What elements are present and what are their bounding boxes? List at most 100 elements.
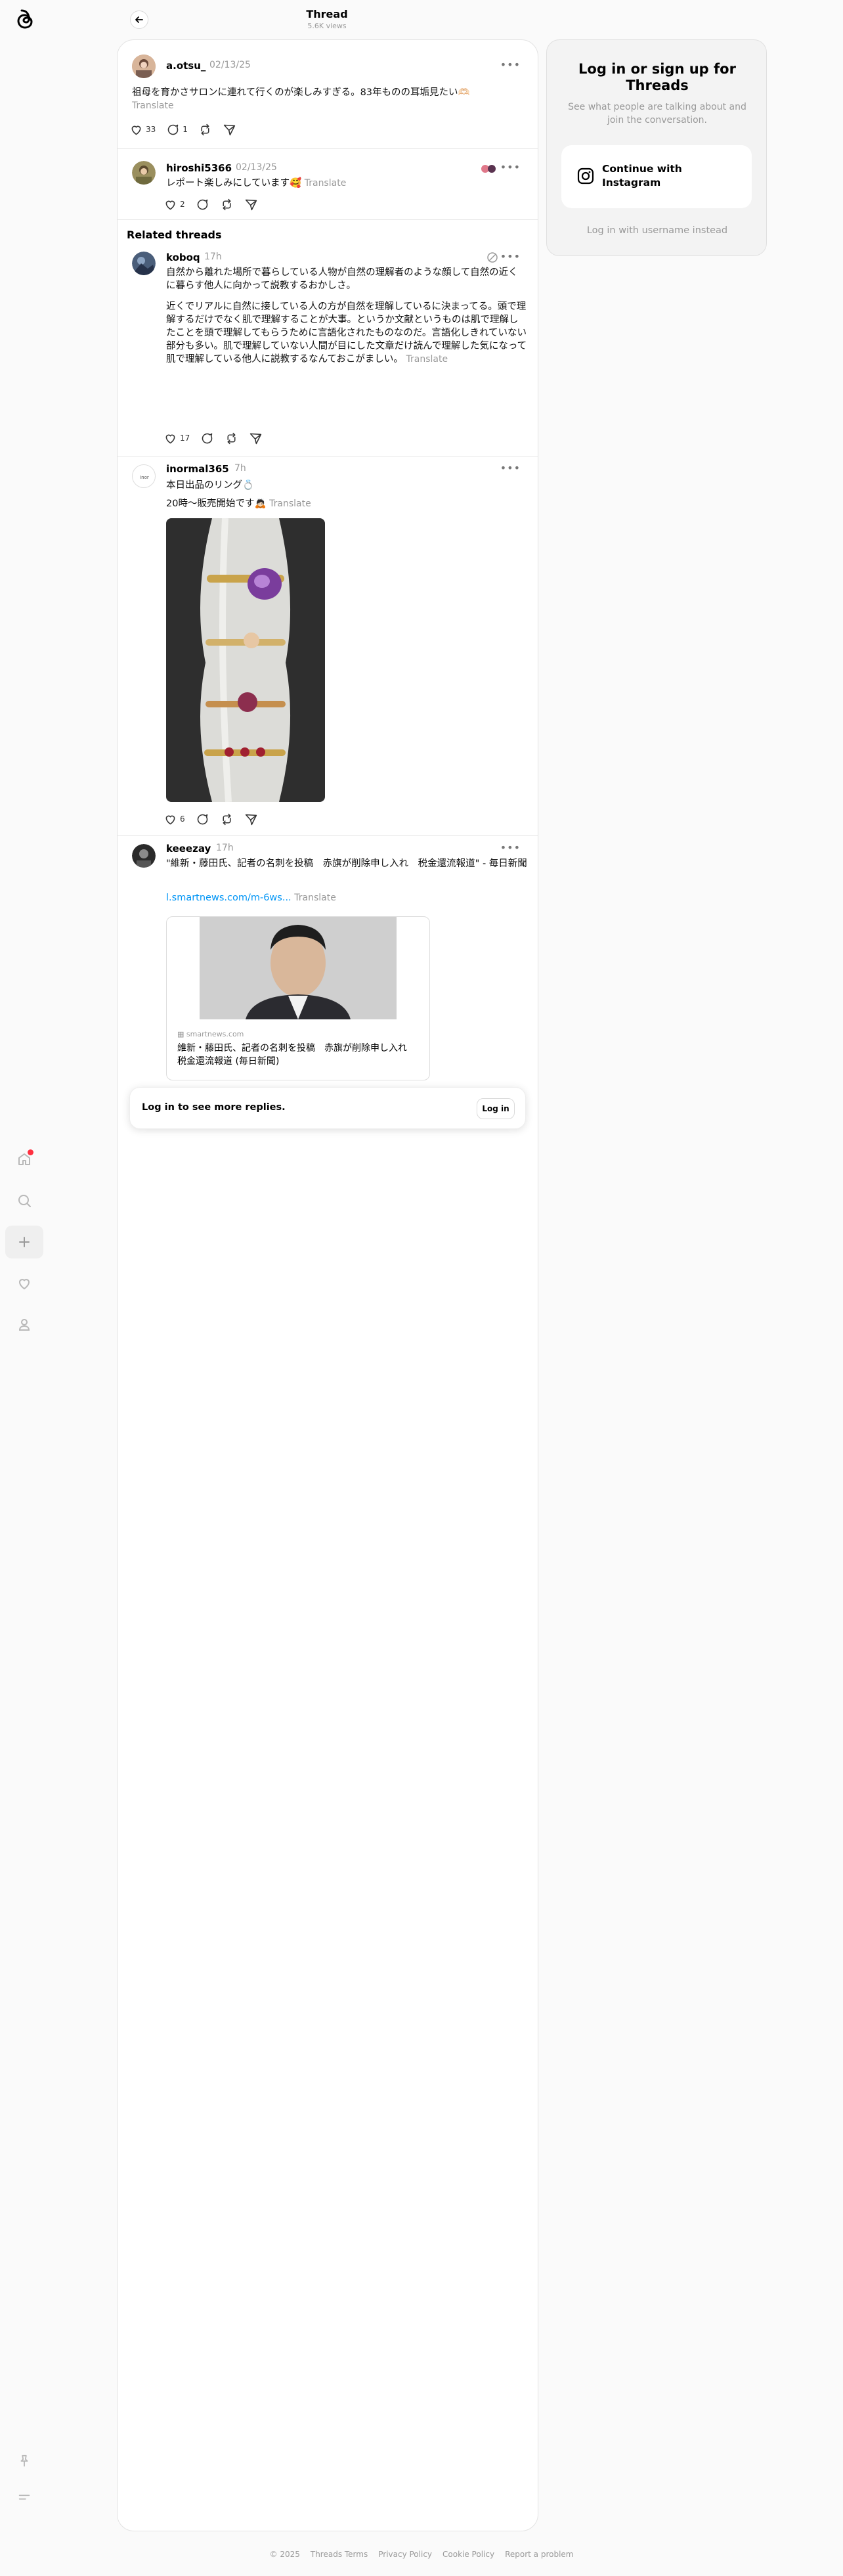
post-text-line-2: 20時〜販売開始です🙇🏻 Translate (166, 499, 311, 509)
username[interactable]: inormal365 (166, 463, 229, 475)
repost-button[interactable] (220, 198, 234, 211)
avatar[interactable]: inor (132, 464, 156, 488)
login-prompt-bar: Log in to see more replies. Log in (129, 1087, 526, 1129)
translate-link[interactable]: Translate (132, 100, 174, 111)
more-options-icon[interactable]: ••• (500, 161, 521, 173)
translate-link[interactable]: Translate (305, 178, 347, 189)
post-actions: 17 (163, 430, 270, 446)
like-button[interactable]: 33 (129, 123, 156, 137)
create-icon[interactable] (5, 1226, 43, 1258)
like-button[interactable]: 2 (163, 198, 185, 211)
footer: © 2025 Threads Terms Privacy Policy Cook… (0, 2550, 843, 2559)
username[interactable]: keeezay (166, 843, 211, 855)
repost-button[interactable] (225, 432, 238, 445)
home-icon[interactable] (5, 1143, 43, 1176)
repost-button[interactable] (198, 123, 212, 137)
like-button[interactable]: 17 (163, 432, 190, 445)
share-button[interactable] (223, 123, 236, 137)
repost-icon (227, 432, 236, 444)
post-link-line: l.smartnews.com/m-6ws... Translate (166, 891, 524, 904)
panel-title: Log in or sign up for Threads (578, 61, 736, 93)
notification-dot (28, 1149, 33, 1155)
footer-link-terms[interactable]: Threads Terms (311, 2550, 368, 2559)
continue-with-instagram-button[interactable]: Continue with Instagram (561, 145, 752, 208)
link-preview-card[interactable]: ▦ smartnews.com 維新・藤田氏、記者の名刺を投稿 赤旗が削除申し入… (166, 916, 430, 1080)
heart-icon (131, 125, 141, 135)
avatar[interactable] (132, 161, 156, 185)
back-button[interactable] (130, 11, 148, 29)
comment-icon (197, 814, 207, 824)
post-text: レポート楽しみにしています🥰 Translate (166, 178, 347, 189)
reply-button[interactable] (200, 432, 214, 445)
reply-button[interactable] (196, 198, 209, 211)
menu-icon[interactable] (5, 2481, 43, 2514)
username[interactable]: hiroshi5366 (166, 162, 232, 174)
translate-link[interactable]: Translate (406, 354, 448, 365)
login-prompt-text: Log in to see more replies. (142, 1102, 286, 1113)
heart-icon (165, 200, 175, 210)
translate-link[interactable]: Translate (269, 499, 311, 509)
avatar[interactable] (132, 252, 156, 275)
related-thread: koboq 17h ••• 自然から離れた場所で暮らしている人物が自然の理解者の… (118, 244, 538, 456)
repost-button[interactable] (220, 812, 234, 826)
username[interactable]: a.otsu_ (166, 60, 205, 72)
post-actions: 2 (163, 196, 266, 212)
more-options-icon[interactable]: ••• (500, 462, 521, 474)
username-login-link[interactable]: Log in with username instead (560, 225, 754, 236)
card-title: 維新・藤田氏、記者の名刺を投稿 赤旗が削除申し入れ 税金還流報道 (毎日新聞) (177, 1043, 416, 1067)
send-icon (250, 433, 262, 444)
share-button[interactable] (244, 198, 258, 211)
heart-icon[interactable] (5, 1267, 43, 1300)
more-options-icon[interactable]: ••• (500, 58, 521, 71)
repost-icon (223, 198, 231, 210)
card-domain: ▦ smartnews.com (177, 1030, 244, 1038)
profile-icon[interactable] (5, 1308, 43, 1341)
like-button[interactable]: 6 (163, 812, 185, 826)
search-icon[interactable] (5, 1184, 43, 1217)
more-options-icon[interactable]: ••• (500, 841, 521, 854)
panel-subtitle: See what people are talking about and jo… (568, 102, 746, 125)
reply-button[interactable]: 1 (166, 123, 188, 137)
post-time: 02/13/25 (236, 162, 277, 173)
send-icon (245, 199, 257, 210)
post-image-rings[interactable] (166, 518, 325, 802)
translate-link[interactable]: Translate (294, 893, 336, 903)
svg-text:inor: inor (140, 475, 149, 480)
threads-logo-icon[interactable] (13, 8, 37, 34)
thread-feed: a.otsu_ 02/13/25 ••• 祖母を育かさサロンに連れて行くのが楽し… (117, 39, 538, 2531)
post-time: 17h (204, 252, 222, 262)
copyright: © 2025 (269, 2550, 300, 2559)
avatar[interactable] (132, 844, 156, 868)
news-icon: ▦ (177, 1030, 184, 1038)
post-time: 7h (234, 463, 246, 474)
more-options-icon[interactable]: ••• (500, 250, 521, 263)
repost-icon (223, 813, 231, 825)
post-text-paragraph-2: 近くでリアルに自然に接している人の方が自然を理解しているに決まってる。頭で理解す… (166, 301, 527, 365)
send-icon (245, 814, 257, 825)
avatar[interactable] (132, 55, 156, 78)
footer-link-privacy[interactable]: Privacy Policy (378, 2550, 432, 2559)
footer-link-report[interactable]: Report a problem (505, 2550, 573, 2559)
username[interactable]: koboq (166, 252, 200, 263)
comment-icon (168, 124, 179, 135)
login-button[interactable]: Log in (477, 1098, 515, 1119)
heart-icon (165, 434, 175, 443)
mute-icon[interactable] (486, 252, 498, 266)
post-actions: 6 (163, 811, 266, 827)
external-link[interactable]: l.smartnews.com/m-6ws... (166, 893, 292, 903)
footer-link-cookies[interactable]: Cookie Policy (443, 2550, 494, 2559)
comment-icon (202, 433, 213, 443)
reply-button[interactable] (196, 812, 209, 826)
thread-reply: hiroshi5366 02/13/25 ••• レポート楽しみにしています🥰 … (118, 149, 538, 220)
pin-icon[interactable] (5, 2445, 43, 2477)
post-text-line-1: 本日出品のリング💍 (166, 480, 255, 491)
share-button[interactable] (244, 812, 258, 826)
thread-post: a.otsu_ 02/13/25 ••• 祖母を育かさサロンに連れて行くのが楽し… (118, 40, 538, 149)
post-text: 祖母を育かさサロンに連れて行くのが楽しみすぎる。83年ものの耳垢見たい🫶🏻 Tr… (132, 87, 470, 111)
related-threads-heading: Related threads (127, 229, 222, 241)
share-button[interactable] (249, 432, 263, 445)
link-preview-image (200, 917, 397, 1019)
post-time: 02/13/25 (209, 60, 251, 70)
related-thread: keeezay 17h ••• "維新・藤田氏、記者の名刺を投稿 赤旗が削除申し… (118, 836, 538, 1113)
left-rail (0, 0, 50, 2576)
